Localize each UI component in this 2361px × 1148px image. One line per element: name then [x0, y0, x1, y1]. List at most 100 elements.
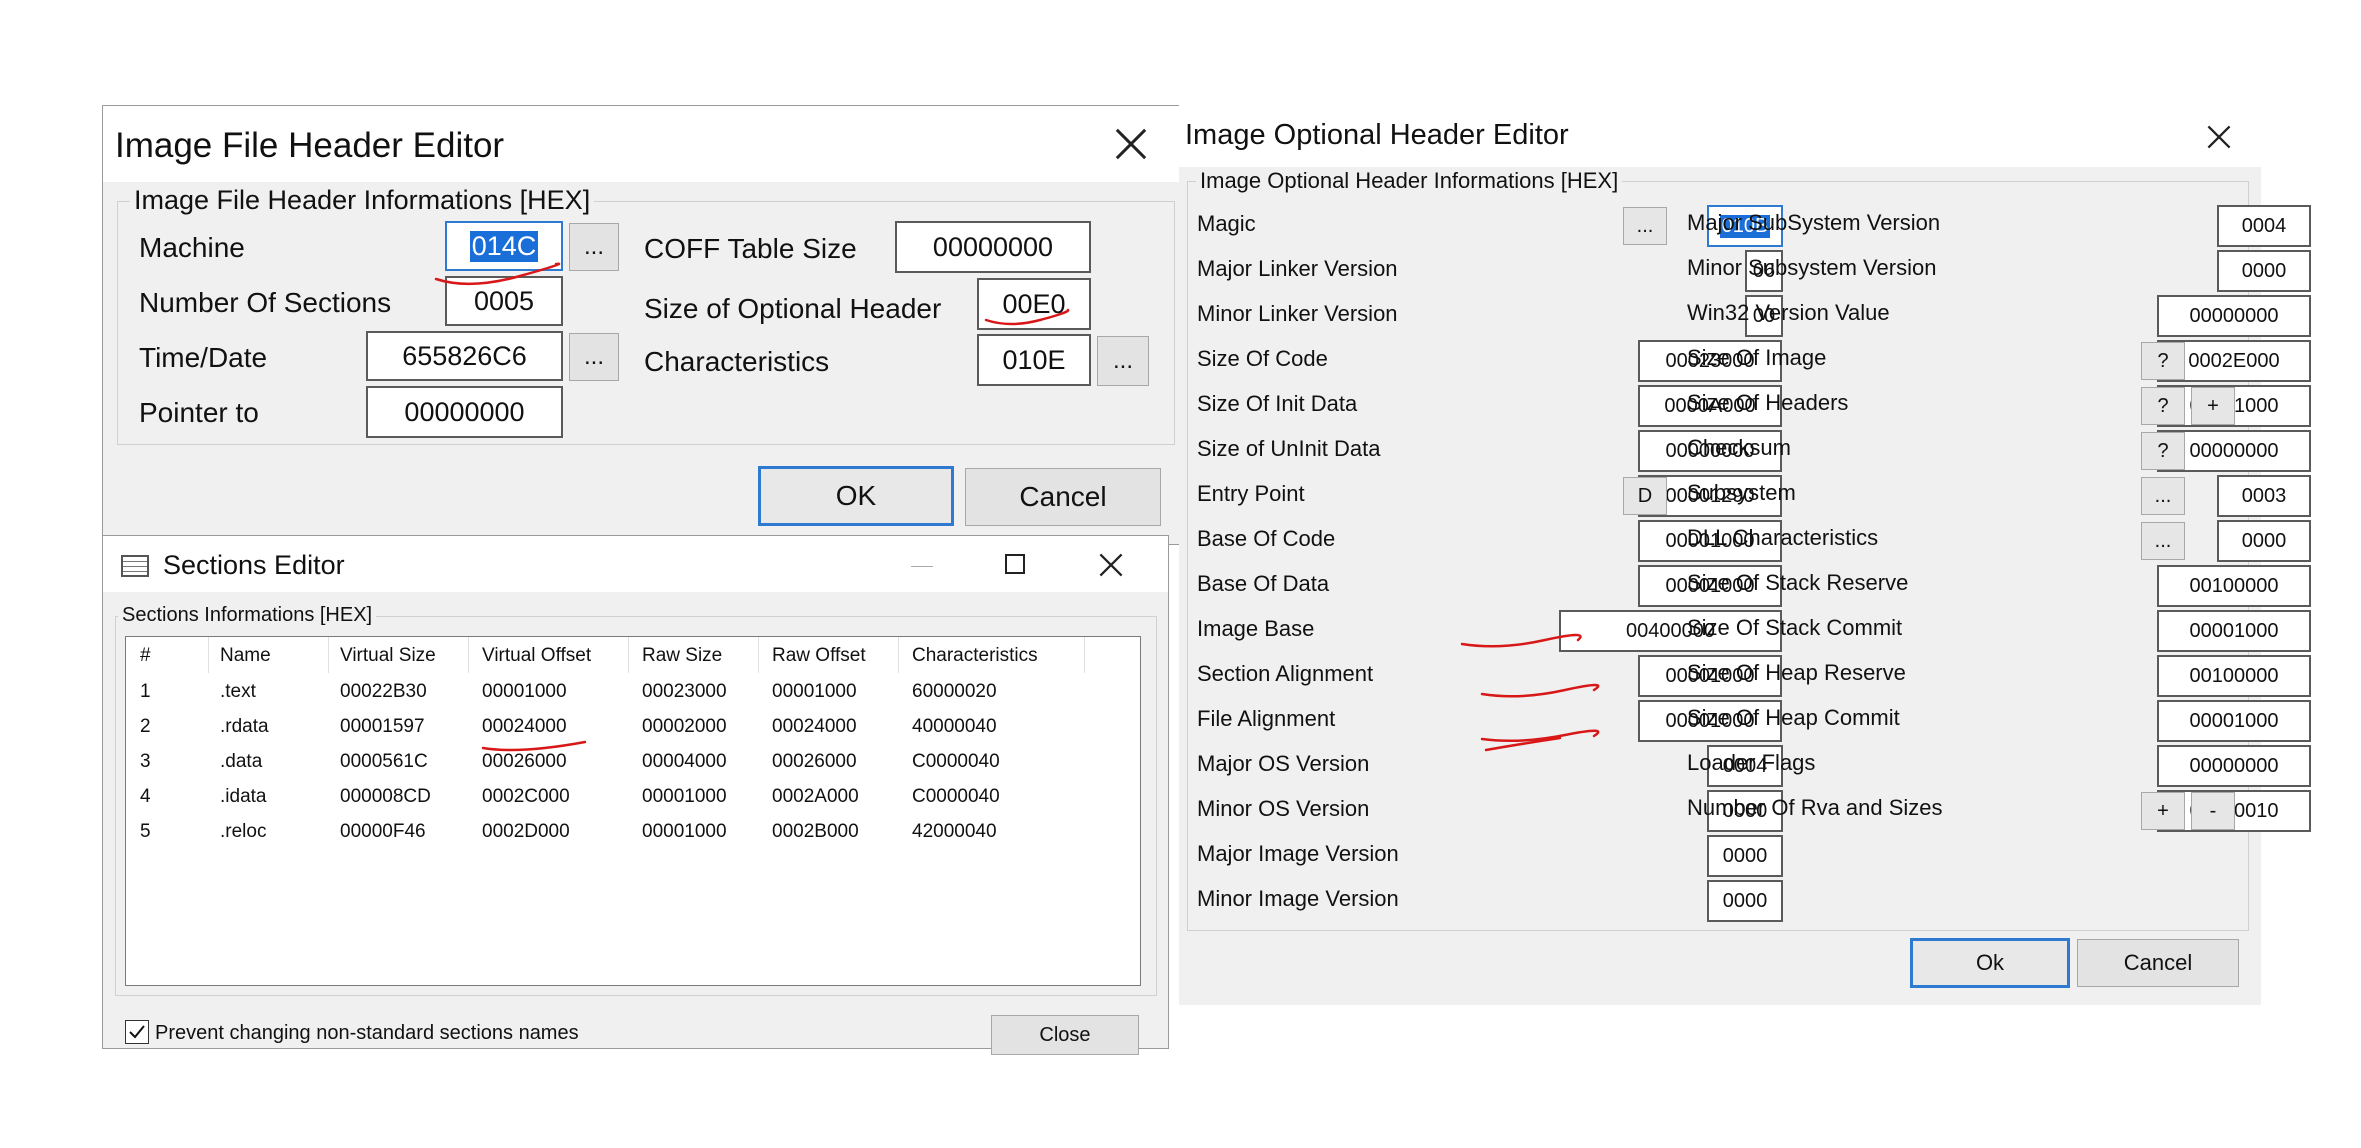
group-title: Sections Informations [HEX] [118, 604, 377, 627]
minor-subsystem-version-field[interactable]: 0000 [2217, 250, 2311, 292]
table-cell: 1 [140, 681, 151, 702]
size-of-heap-reserve-field[interactable]: 00100000 [2157, 655, 2311, 697]
table-row[interactable]: 4 .idata 000008CD 0002C000 00001000 0002A000 C… [126, 784, 1140, 814]
machine-ellipsis-button[interactable]: ... [569, 223, 619, 271]
file-header-editor-window: Image File Header Editor Image File Head… [102, 105, 1180, 545]
checksum-help-button[interactable]: ? [2141, 432, 2185, 470]
close-icon[interactable] [2204, 122, 2234, 152]
loader-flags-field[interactable]: 00000000 [2157, 745, 2311, 787]
table-row[interactable]: 2 .rdata 00001597 00024000 00002000 00024000 4… [126, 714, 1140, 744]
dll-characteristics-ellipsis-button[interactable]: ... [2141, 522, 2185, 560]
major-subsystem-version-field[interactable]: 0004 [2217, 205, 2311, 247]
number-of-sections-field[interactable]: 0005 [445, 276, 563, 326]
size-of-stack-reserve-field[interactable]: 00100000 [2157, 565, 2311, 607]
column-header-name[interactable]: Name [220, 645, 271, 667]
table-cell: 40000040 [912, 716, 997, 737]
header-separator [208, 637, 209, 673]
file-alignment-label: File Alignment [1197, 706, 1336, 731]
ok-button[interactable]: OK [758, 466, 954, 526]
table-row[interactable]: 3 .data 0000561C 00026000 00004000 00026000 C0… [126, 749, 1140, 779]
table-row[interactable]: 5 .reloc 00000F46 0002D000 00001000 0002B000 4… [126, 819, 1140, 849]
table-cell: 00022B30 [340, 681, 427, 702]
ok-button[interactable]: Ok [1910, 938, 2070, 988]
minor-os-version-label: Minor OS Version [1197, 796, 1370, 821]
coff-table-size-label: COFF Table Size [644, 233, 857, 264]
base-of-data-label: Base Of Data [1197, 571, 1330, 596]
minor-image-version-value: 0000 [1722, 889, 1768, 912]
time-date-field[interactable]: 655826C6 [366, 331, 563, 381]
minor-subsystem-version-label: Minor Subsystem Version [1687, 255, 1937, 280]
cancel-button[interactable]: Cancel [965, 468, 1161, 526]
column-header-virtual-size[interactable]: Virtual Size [340, 645, 436, 667]
group-title: Image Optional Header Informations [HEX] [1196, 168, 1623, 194]
checksum-label: Checksum [1687, 435, 1791, 460]
size-of-headers-help-button[interactable]: ? [2141, 387, 2185, 425]
magic-ellipsis-button[interactable]: ... [1623, 207, 1667, 245]
size-of-stack-commit-field[interactable]: 00001000 [2157, 610, 2311, 652]
prevent-rename-checkbox[interactable] [125, 1020, 149, 1044]
column-header-raw-offset[interactable]: Raw Offset [772, 645, 866, 667]
subsystem-field[interactable]: 0003 [2217, 475, 2311, 517]
entry-point-d-button[interactable]: D [1623, 477, 1667, 515]
magic-label: Magic [1197, 211, 1256, 236]
maximize-icon[interactable] [1005, 554, 1025, 574]
table-cell: 4 [140, 786, 151, 807]
table-cell: .reloc [220, 821, 267, 842]
machine-value: 014C [469, 230, 539, 262]
table-cell: 00026000 [772, 751, 857, 772]
column-header-virtual-offset[interactable]: Virtual Offset [482, 645, 591, 667]
table-cell: .rdata [220, 716, 269, 737]
win32-version-value-field[interactable]: 00000000 [2157, 295, 2311, 337]
column-header-characteristics[interactable]: Characteristics [912, 645, 1038, 667]
size-of-optional-header-field[interactable]: 00E0 [977, 278, 1091, 330]
table-cell: 0002B000 [772, 821, 859, 842]
cancel-button[interactable]: Cancel [2077, 939, 2239, 987]
title-bar: Image Optional Header Editor [1179, 105, 2261, 167]
size-of-image-label: Size Of Image [1687, 345, 1827, 370]
size-of-stack-commit-label: Size Of Stack Commit [1687, 615, 1903, 640]
table-cell: 00001000 [642, 821, 727, 842]
close-button[interactable]: Close [991, 1015, 1139, 1055]
close-icon[interactable] [1111, 124, 1151, 164]
dll-characteristics-label: DLL Characteristics [1687, 525, 1879, 550]
group-title: Image File Header Informations [HEX] [130, 185, 595, 216]
header-separator [758, 637, 759, 673]
size-of-init-data-label: Size Of Init Data [1197, 391, 1358, 416]
sections-table[interactable]: # Name Virtual Size Virtual Offset Raw S… [125, 636, 1141, 986]
size-of-headers-label: Size Of Headers [1687, 390, 1849, 415]
machine-field[interactable]: 014C [445, 221, 563, 271]
entry-point-label: Entry Point [1197, 481, 1305, 506]
header-separator [328, 637, 329, 673]
column-header-number[interactable]: # [140, 645, 151, 667]
rva-sizes-minus-button[interactable]: - [2191, 792, 2235, 830]
size-of-headers-plus-button[interactable]: + [2191, 387, 2235, 425]
close-icon[interactable] [1096, 550, 1126, 580]
minor-image-version-field[interactable]: 0000 [1707, 880, 1783, 922]
loader-flags-label: Loader Flags [1687, 750, 1816, 775]
subsystem-ellipsis-button[interactable]: ... [2141, 477, 2185, 515]
table-row[interactable]: 1 .text 00022B30 00001000 00023000 00001000 60… [126, 679, 1140, 709]
table-cell: C0000040 [912, 751, 1000, 772]
characteristics-ellipsis-button[interactable]: ... [1097, 336, 1149, 386]
time-date-ellipsis-button[interactable]: ... [569, 333, 619, 381]
coff-table-size-field[interactable]: 00000000 [895, 221, 1091, 273]
table-cell: 0000561C [340, 751, 428, 772]
minor-image-version-label: Minor Image Version [1197, 886, 1399, 911]
dll-characteristics-field[interactable]: 0000 [2217, 520, 2311, 562]
table-cell: 0002A000 [772, 786, 859, 807]
time-date-label: Time/Date [139, 342, 268, 373]
pointer-to-field[interactable]: 00000000 [366, 386, 563, 438]
column-header-raw-size[interactable]: Raw Size [642, 645, 722, 667]
title-bar: Image File Header Editor [103, 106, 1179, 182]
table-cell: 00024000 [482, 716, 567, 737]
title-bar: Sections Editor [103, 536, 1168, 592]
minimize-icon[interactable] [911, 566, 933, 567]
major-image-version-field[interactable]: 0000 [1707, 835, 1783, 877]
size-of-heap-commit-field[interactable]: 00001000 [2157, 700, 2311, 742]
win32-version-value-label: Win32 Version Value [1687, 300, 1890, 325]
size-of-stack-reserve-label: Size Of Stack Reserve [1687, 570, 1909, 595]
characteristics-field[interactable]: 010E [977, 334, 1091, 386]
rva-sizes-plus-button[interactable]: + [2141, 792, 2185, 830]
table-cell: 2 [140, 716, 151, 737]
size-of-image-help-button[interactable]: ? [2141, 342, 2185, 380]
